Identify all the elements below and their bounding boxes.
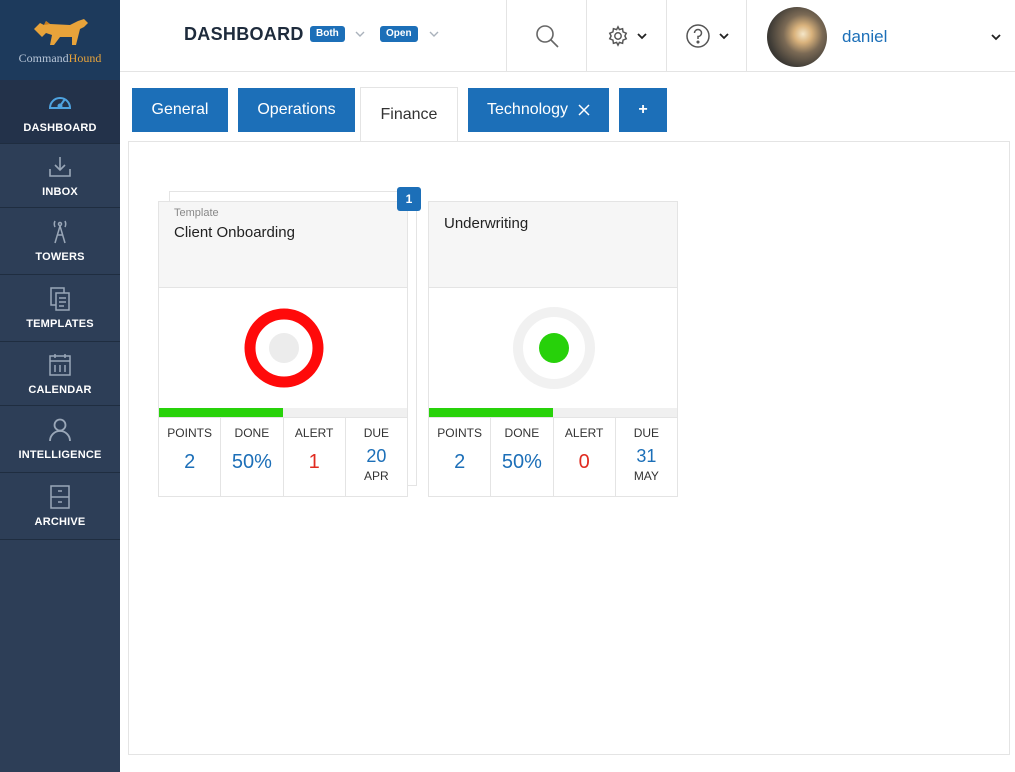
chevron-down-icon[interactable] (355, 29, 365, 39)
stat-value: 50% (501, 451, 542, 473)
sidebar-item-dashboard[interactable]: DASHBOARD (0, 80, 120, 144)
sidebar-item-intelligence[interactable]: INTELLIGENCE (0, 406, 120, 473)
document-copy-icon (50, 287, 70, 311)
sidebar-item-label: DASHBOARD (23, 121, 97, 134)
stat-value: 1 (308, 451, 320, 473)
stat-value: 2 (184, 451, 196, 473)
card-header: Underwriting (429, 202, 677, 288)
person-icon (49, 418, 71, 442)
add-tab-button[interactable]: + (619, 88, 667, 132)
sidebar-item-towers[interactable]: TOWERS (0, 208, 120, 275)
sidebar-item-inbox[interactable]: INBOX (0, 144, 120, 208)
hound-logo-icon (34, 18, 88, 45)
card-status (429, 288, 677, 408)
top-header: DASHBOARD Both Open daniel (120, 0, 1015, 72)
stat-done: DONE 50% (491, 418, 554, 497)
close-icon[interactable] (578, 104, 590, 116)
red-ring-status-icon (244, 308, 324, 388)
speedometer-icon (48, 96, 72, 109)
chevron-down-icon (636, 33, 647, 40)
card-title: Client Onboarding (174, 224, 295, 241)
stat-done: DONE 50% (221, 418, 284, 497)
stat-label: ALERT (294, 426, 334, 440)
avatar[interactable] (767, 7, 827, 67)
progress-bar (159, 408, 407, 417)
tab-technology[interactable]: Technology (468, 88, 609, 132)
sidebar-item-calendar[interactable]: CALENDAR (0, 342, 120, 406)
stack-count-badge[interactable]: 1 (397, 187, 421, 211)
help-button[interactable] (666, 0, 746, 72)
card-stats: POINTS 2 DONE 50% ALERT 0 DUE 31 MAY (429, 417, 677, 497)
commandhound-logo[interactable]: CommandHound (0, 0, 120, 80)
logo-wordmark: CommandHound (18, 50, 102, 65)
stat-month: APR (364, 469, 389, 483)
card-subtitle: Template (174, 207, 219, 219)
chevron-down-icon[interactable] (991, 32, 1001, 42)
stat-value: 2 (454, 451, 466, 473)
sidebar-item-label: TEMPLATES (26, 318, 94, 330)
chevron-down-icon (718, 33, 729, 40)
calendar-icon (49, 353, 71, 376)
stat-label: DUE (363, 426, 390, 440)
tab-label: + (638, 101, 648, 118)
tab-finance[interactable]: Finance (360, 87, 458, 141)
stat-due: DUE 31 MAY (616, 418, 677, 497)
stat-month: MAY (633, 469, 659, 483)
tab-label: Finance (380, 105, 438, 123)
sidebar-item-label: CALENDAR (28, 383, 92, 396)
stat-points: POINTS 2 (429, 418, 492, 497)
card-status (159, 288, 407, 408)
tab-general[interactable]: General (132, 88, 228, 132)
help-circle-icon (685, 24, 710, 48)
sidebar-item-label: TOWERS (35, 251, 85, 263)
gear-icon (608, 25, 627, 47)
tab-label: Operations (257, 101, 336, 118)
filter-open-badge[interactable]: Open (380, 26, 418, 42)
progress-bar (429, 408, 677, 417)
stat-value: 31 (636, 446, 657, 466)
stat-label: POINTS (437, 426, 482, 440)
card-stats: POINTS 2 DONE 50% ALERT 1 DUE 20 APR (159, 417, 407, 497)
file-cabinet-icon (50, 485, 70, 509)
settings-button[interactable] (586, 0, 666, 72)
stat-value: 50% (231, 451, 272, 473)
radio-tower-icon (53, 220, 67, 244)
sidebar-item-archive[interactable]: ARCHIVE (0, 473, 120, 540)
stat-label: POINTS (167, 426, 212, 440)
stat-label: DONE (504, 426, 540, 440)
chevron-down-icon[interactable] (429, 29, 439, 39)
user-name[interactable]: daniel (842, 27, 887, 47)
stat-label: ALERT (564, 426, 604, 440)
card-header: Template Client Onboarding (159, 202, 407, 288)
workflow-card-client-onboarding[interactable]: Template Client Onboarding POINTS 2 DONE… (158, 201, 408, 497)
stat-alert: ALERT 1 (284, 418, 346, 497)
sidebar-item-label: INBOX (42, 185, 78, 198)
sidebar-item-templates[interactable]: TEMPLATES (0, 275, 120, 342)
stat-value: 20 (366, 446, 387, 466)
inbox-download-icon (49, 156, 71, 177)
search-button[interactable] (506, 0, 586, 72)
tab-label: General (151, 101, 209, 118)
sidebar-item-label: INTELLIGENCE (18, 449, 102, 461)
card-title: Underwriting (444, 215, 529, 232)
tab-label: Technology (487, 101, 568, 118)
progress-fill (429, 408, 553, 417)
stat-label: DUE (633, 426, 660, 440)
filter-both-badge[interactable]: Both (310, 26, 345, 42)
sidebar: CommandHound DASHBOARD INBOX TOWERS TEMP… (0, 0, 120, 772)
stat-points: POINTS 2 (159, 418, 222, 497)
tab-operations[interactable]: Operations (238, 88, 355, 132)
stat-value: 0 (578, 451, 590, 473)
workflow-card-underwriting[interactable]: Underwriting POINTS 2 DONE 50% ALERT 0 D… (428, 201, 678, 497)
stat-label: DONE (234, 426, 270, 440)
progress-fill (159, 408, 283, 417)
search-icon (535, 25, 559, 48)
stat-alert: ALERT 0 (554, 418, 616, 497)
sidebar-item-label: ARCHIVE (34, 516, 86, 528)
page-title: DASHBOARD (184, 24, 304, 44)
green-dot-status-icon (513, 307, 595, 389)
stat-due: DUE 20 APR (346, 418, 407, 497)
